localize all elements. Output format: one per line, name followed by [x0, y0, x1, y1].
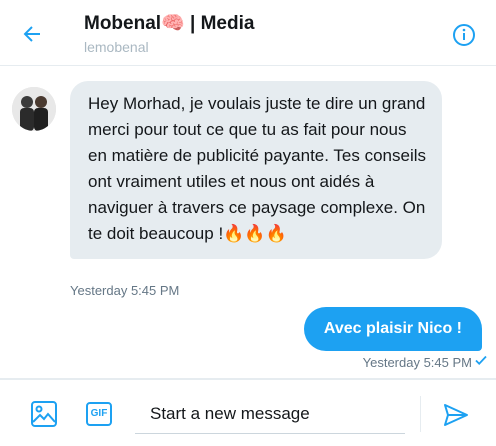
info-icon[interactable]: [452, 23, 476, 47]
message-input[interactable]: [135, 394, 405, 433]
send-icon[interactable]: [442, 401, 470, 429]
conversation-handle: lemobenal: [84, 39, 149, 55]
image-icon[interactable]: [30, 400, 58, 428]
message-input-wrapper: [135, 394, 405, 434]
composer-divider: [420, 396, 421, 432]
incoming-message-timestamp: Yesterday 5:45 PM: [70, 283, 180, 298]
gif-button[interactable]: GIF: [86, 402, 112, 426]
incoming-message-bubble[interactable]: Hey Morhad, je voulais juste te dire un …: [70, 81, 442, 259]
conversation-title-area[interactable]: Mobenal🧠 | Media lemobenal: [84, 12, 260, 56]
outgoing-message-timestamp: Yesterday 5:45 PM: [362, 355, 472, 370]
message-thread: Hey Morhad, je voulais juste te dire un …: [0, 67, 496, 378]
conversation-title: Mobenal🧠 | Media: [84, 13, 255, 34]
avatar-image: [12, 87, 56, 131]
outgoing-message-bubble[interactable]: Avec plaisir Nico !: [303, 307, 482, 351]
read-check-icon: [475, 355, 487, 365]
message-composer: GIF: [0, 378, 496, 446]
conversation-header: Mobenal🧠 | Media lemobenal: [0, 0, 496, 66]
avatar[interactable]: [12, 87, 56, 131]
back-arrow-icon[interactable]: [20, 22, 44, 46]
